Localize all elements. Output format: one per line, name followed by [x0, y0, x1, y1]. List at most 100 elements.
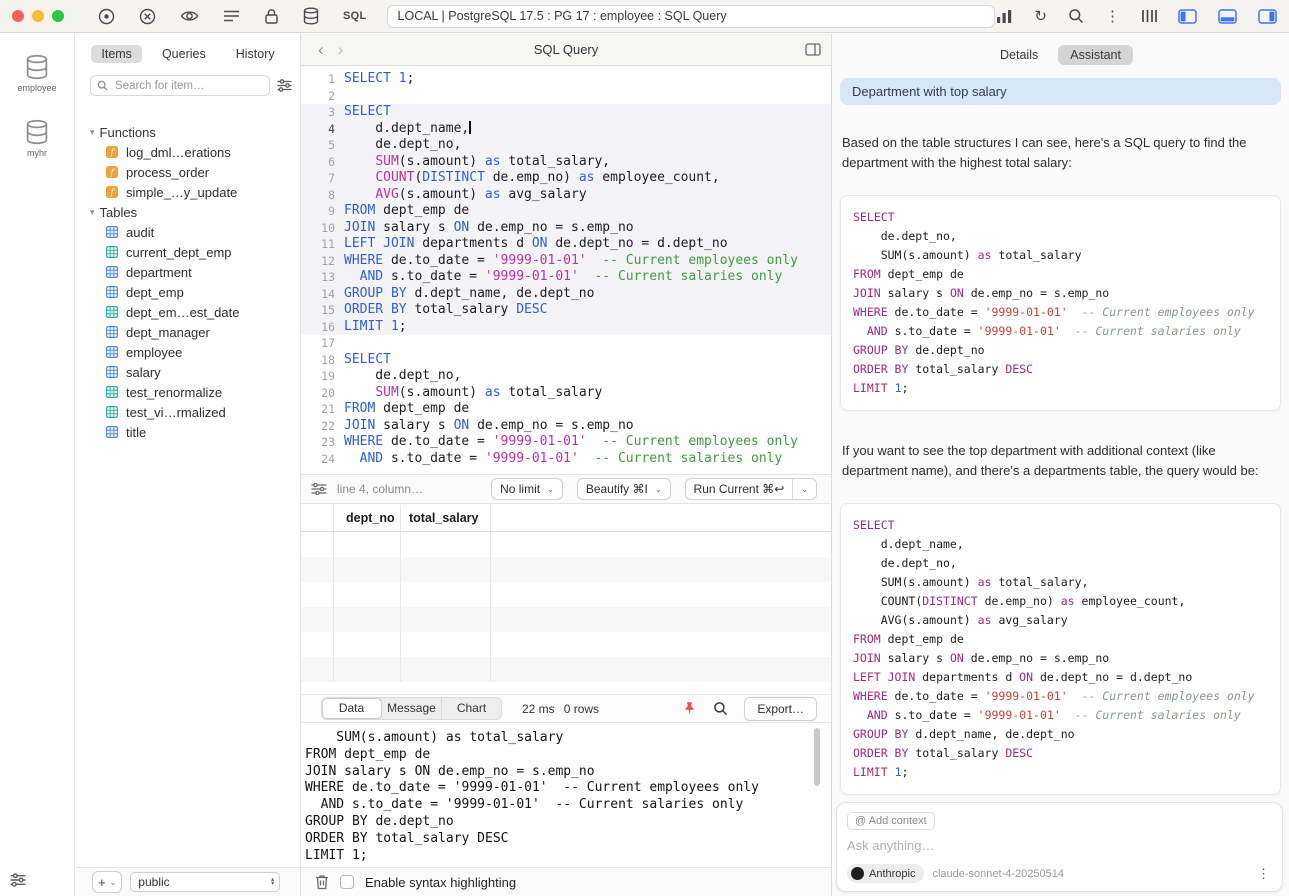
editor-line-20[interactable]: 20 SUM(s.amount) as total_salary: [301, 385, 831, 402]
sidebar-item-log_dml…erations[interactable]: flog_dml…erations: [76, 142, 300, 162]
editor-line-8[interactable]: 8 AVG(s.amount) as avg_salary: [301, 187, 831, 204]
connection-filter-icon[interactable]: [10, 873, 26, 887]
sidebar-item-test_vi…rmalized[interactable]: test_vi…rmalized: [76, 402, 300, 422]
chart-icon[interactable]: [996, 9, 1013, 24]
sidebar-item-title[interactable]: title: [76, 422, 300, 442]
assistant-code-block-1[interactable]: SELECT de.dept_no, SUM(s.amount) as tota…: [840, 195, 1281, 411]
sidebar-item-employee[interactable]: employee: [76, 342, 300, 362]
editor-line-24[interactable]: 24 AND s.to_date = '9999-01-01' -- Curre…: [301, 451, 831, 468]
editor-line-23[interactable]: 23WHERE de.to_date = '9999-01-01' -- Cur…: [301, 434, 831, 451]
sidebar-item-dept_emp[interactable]: dept_emp: [76, 282, 300, 302]
disconnect-icon[interactable]: [139, 8, 156, 25]
message-scrollbar[interactable]: [814, 728, 820, 786]
syntax-highlighting-checkbox[interactable]: [340, 875, 354, 889]
editor-line-7[interactable]: 7 COUNT(DISTINCT de.emp_no) as employee_…: [301, 170, 831, 187]
editor-line-19[interactable]: 19 de.dept_no,: [301, 368, 831, 385]
editor-line-14[interactable]: 14GROUP BY d.dept_name, de.dept_no: [301, 286, 831, 303]
refresh-icon[interactable]: ↻: [1034, 9, 1047, 24]
search-icon[interactable]: [1068, 8, 1084, 24]
sidebar-item-simple_…y_update[interactable]: fsimple_…y_update: [76, 182, 300, 202]
result-row[interactable]: [301, 582, 831, 607]
database-icon[interactable]: [303, 7, 319, 25]
sidebar-item-test_renormalize[interactable]: test_renormalize: [76, 382, 300, 402]
connection-status-icon[interactable]: [98, 8, 115, 25]
column-header-total_salary[interactable]: total_salary: [401, 505, 491, 531]
results-tab-data[interactable]: Data: [322, 698, 382, 719]
result-row[interactable]: [301, 607, 831, 632]
result-row[interactable]: [301, 657, 831, 682]
editor-line-1[interactable]: 1SELECT 1;: [301, 71, 831, 88]
sidebar-item-salary[interactable]: salary: [76, 362, 300, 382]
editor-line-3[interactable]: 3SELECT: [301, 104, 831, 121]
tree-section-functions[interactable]: ▾Functions: [76, 122, 300, 142]
result-row[interactable]: [301, 632, 831, 657]
assistant-input-card[interactable]: @ Add context Ask anything… Anthropic cl…: [836, 802, 1283, 892]
minimize-button[interactable]: [32, 10, 44, 22]
query-log-icon[interactable]: [223, 9, 240, 23]
sidebar-item-process_order[interactable]: fprocess_order: [76, 162, 300, 182]
sidebar-item-audit[interactable]: audit: [76, 222, 300, 242]
run-current-button[interactable]: Run Current ⌘↩ ⌄: [685, 478, 817, 500]
more-options-icon[interactable]: ⋮: [1257, 866, 1272, 882]
filter-icon[interactable]: [277, 79, 292, 92]
sidebar-item-current_dept_emp[interactable]: current_dept_emp: [76, 242, 300, 262]
tree-section-tables[interactable]: ▾Tables: [76, 202, 300, 222]
export-button[interactable]: Export…: [744, 697, 817, 721]
sidebar-tab-queries[interactable]: Queries: [152, 45, 216, 63]
schema-select[interactable]: public ▴▾: [130, 872, 280, 892]
editor-line-12[interactable]: 12WHERE de.to_date = '9999-01-01' -- Cur…: [301, 253, 831, 270]
more-options-icon[interactable]: ⋮: [1105, 9, 1120, 24]
toggle-left-panel-icon[interactable]: [1178, 9, 1197, 24]
search-results-icon[interactable]: [713, 701, 728, 716]
assistant-code-block-2[interactable]: SELECT d.dept_name, de.dept_no, SUM(s.am…: [840, 503, 1281, 795]
editor-line-10[interactable]: 10JOIN salary s ON de.emp_no = s.emp_no: [301, 220, 831, 237]
trash-icon[interactable]: [315, 874, 329, 890]
preview-icon[interactable]: [180, 9, 199, 23]
editor-line-13[interactable]: 13 AND s.to_date = '9999-01-01' -- Curre…: [301, 269, 831, 286]
result-row[interactable]: [301, 532, 831, 557]
sql-query-badge[interactable]: SQL: [343, 10, 367, 22]
result-row[interactable]: [301, 557, 831, 582]
editor-line-4[interactable]: 4 d.dept_name,: [301, 121, 831, 138]
sidebar-item-department[interactable]: department: [76, 262, 300, 282]
editor-line-21[interactable]: 21FROM dept_emp de: [301, 401, 831, 418]
editor-line-9[interactable]: 9FROM dept_emp de: [301, 203, 831, 220]
connection-title[interactable]: LOCAL | PostgreSQL 17.5 : PG 17 : employ…: [387, 5, 995, 28]
results-tab-chart[interactable]: Chart: [442, 698, 501, 719]
editor-line-2[interactable]: 2: [301, 88, 831, 105]
editor-line-6[interactable]: 6 SUM(s.amount) as total_salary,: [301, 154, 831, 171]
connection-myhr[interactable]: myhr: [0, 119, 74, 158]
sidebar-item-dept_manager[interactable]: dept_manager: [76, 322, 300, 342]
results-tab-message[interactable]: Message: [382, 698, 442, 719]
forward-icon[interactable]: ›: [331, 41, 351, 58]
column-header-dept_no[interactable]: dept_no: [334, 505, 401, 531]
toggle-bottom-panel-icon[interactable]: [1218, 9, 1237, 24]
editor-line-5[interactable]: 5 de.dept_no,: [301, 137, 831, 154]
limit-dropdown[interactable]: No limit ⌄: [491, 478, 563, 500]
provider-selector[interactable]: Anthropic: [847, 864, 924, 883]
toggle-right-panel-icon[interactable]: [1258, 9, 1277, 24]
editor-line-15[interactable]: 15ORDER BY total_salary DESC: [301, 302, 831, 319]
zoom-button[interactable]: [52, 10, 64, 22]
sidebar-tab-items[interactable]: Items: [91, 45, 142, 63]
close-button[interactable]: [12, 10, 24, 22]
editor-line-16[interactable]: 16LIMIT 1;: [301, 319, 831, 336]
pin-icon[interactable]: [682, 701, 697, 716]
sidebar-item-dept_em…est_date[interactable]: dept_em…est_date: [76, 302, 300, 322]
format-icon[interactable]: [311, 483, 327, 495]
split-view-icon[interactable]: [805, 43, 821, 56]
panel-tab-assistant[interactable]: Assistant: [1058, 45, 1133, 65]
editor-line-18[interactable]: 18SELECT: [301, 352, 831, 369]
add-context-button[interactable]: @ Add context: [847, 812, 935, 830]
item-search-field[interactable]: [90, 75, 270, 96]
beautify-dropdown[interactable]: Beautify ⌘I ⌄: [577, 478, 671, 500]
message-panel[interactable]: SUM(s.amount) as total_salaryFROM dept_e…: [301, 724, 831, 867]
ssl-lock-icon[interactable]: [264, 8, 279, 25]
connection-employee[interactable]: employee: [0, 54, 74, 93]
editor-line-11[interactable]: 11LEFT JOIN departments d ON de.dept_no …: [301, 236, 831, 253]
panel-tab-details[interactable]: Details: [988, 45, 1050, 65]
sidebar-tab-history[interactable]: History: [226, 45, 285, 63]
back-icon[interactable]: ‹: [311, 41, 331, 58]
editor-line-17[interactable]: 17: [301, 335, 831, 352]
search-input[interactable]: [113, 79, 263, 93]
